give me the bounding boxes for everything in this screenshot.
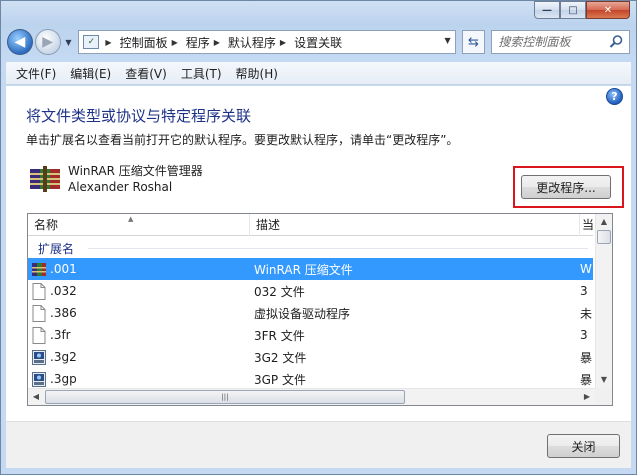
sort-ascending-icon: ▲ [128, 215, 134, 223]
breadcrumb-chevron-icon[interactable]: ▶ [280, 38, 286, 47]
search-icon[interactable] [608, 34, 624, 50]
breadcrumb-control-panel[interactable]: 控制面板 [120, 34, 168, 51]
description-cell: WinRAR 压缩文件 [254, 262, 353, 277]
blank-file-icon [32, 326, 46, 344]
column-header-current-default[interactable]: 当 [580, 214, 593, 236]
list-item[interactable]: .3gp 3GP 文件 暴 [28, 368, 593, 390]
column-header-description[interactable]: 描述 [250, 214, 580, 236]
menu-help[interactable]: 帮助(H) [230, 63, 284, 84]
control-panel-icon: ✓ [83, 35, 100, 49]
breadcrumb-chevron-icon[interactable]: ▶ [214, 38, 220, 47]
extension-cell: .386 [28, 304, 250, 322]
breadcrumb-programs[interactable]: 程序 [186, 34, 210, 51]
column-header-name[interactable]: 名称 ▲ [28, 214, 250, 236]
group-header-extensions: 扩展名 [38, 242, 75, 256]
media-file-icon [32, 349, 46, 365]
list-item[interactable]: .3g2 3G2 文件 暴 [28, 346, 593, 368]
list-item[interactable]: .001 WinRAR 压缩文件 W [28, 258, 593, 280]
page-description: 单击扩展名以查看当前打开它的默认程序。要更改默认程序，请单击“更改程序”。 [26, 133, 459, 147]
search-input[interactable] [498, 35, 611, 49]
scroll-right-arrow-icon[interactable]: ▶ [579, 389, 595, 405]
close-window-button[interactable]: ✕ [586, 1, 630, 19]
extension-label: .032 [50, 284, 77, 298]
caption-buttons: — □ ✕ [534, 1, 630, 20]
window-frame: — □ ✕ ◀ ▶ ▼ ✓ ▶ 控制面板 ▶ 程序 ▶ 默认程序 ▶ 设置关联 … [0, 0, 637, 475]
current-default-cell: 暴 [580, 350, 593, 365]
media-file-icon [32, 371, 46, 387]
footer-bar: 关闭 [6, 421, 631, 468]
refresh-button[interactable]: ⇆ [461, 30, 486, 54]
help-icon[interactable]: ? [606, 88, 623, 105]
menu-file[interactable]: 文件(F) [10, 63, 62, 84]
breadcrumb-set-associations[interactable]: 设置关联 [294, 34, 342, 51]
description-cell: 032 文件 [254, 284, 305, 299]
menu-view[interactable]: 查看(V) [119, 63, 173, 84]
extension-cell: .3gp [28, 371, 250, 388]
scroll-down-arrow-icon[interactable]: ▼ [596, 372, 612, 388]
page-title: 将文件类型或协议与特定程序关联 [26, 107, 252, 125]
menu-bar: 文件(F) 编辑(E) 查看(V) 工具(T) 帮助(H) [6, 62, 631, 85]
list-item[interactable]: .3fr 3FR 文件 3 [28, 324, 593, 346]
blank-file-icon [32, 304, 46, 322]
extension-cell: .3g2 [28, 349, 250, 366]
current-default-cell: 3 [580, 328, 588, 342]
description-cell: 3FR 文件 [254, 328, 305, 343]
blank-file-icon [32, 282, 46, 300]
current-default-cell: W [580, 262, 592, 276]
extension-cell: .3fr [28, 326, 250, 344]
address-dropdown-chevron-down-icon[interactable]: ▼ [444, 36, 450, 45]
extension-label: .386 [50, 306, 77, 320]
extension-label: .3gp [50, 372, 77, 386]
description-cell: 3GP 文件 [254, 372, 306, 387]
extension-cell: .001 [28, 261, 250, 278]
program-author: Alexander Roshal [68, 180, 173, 194]
list-item[interactable]: .032 032 文件 3 [28, 280, 593, 302]
list-header: 名称 ▲ 描述 当 [28, 214, 593, 236]
current-default-cell: 未 [580, 306, 593, 321]
description-cell: 虚拟设备驱动程序 [254, 306, 351, 321]
extension-label: .3fr [50, 328, 71, 342]
breadcrumb-chevron-icon[interactable]: ▶ [105, 38, 111, 47]
close-button[interactable]: 关闭 [547, 434, 620, 458]
back-button[interactable]: ◀ [7, 29, 33, 55]
group-divider [88, 248, 588, 249]
breadcrumb-chevron-icon[interactable]: ▶ [172, 38, 178, 47]
scroll-up-arrow-icon[interactable]: ▲ [596, 214, 612, 230]
winrar-icon [30, 166, 60, 192]
vertical-scroll-thumb[interactable] [597, 230, 611, 244]
refresh-icon: ⇆ [468, 34, 479, 50]
scrollbar-corner [595, 388, 612, 405]
program-name: WinRAR 压缩文件管理器 [68, 164, 203, 178]
vertical-scrollbar[interactable]: ▲ ▼ [595, 214, 612, 388]
address-bar[interactable]: ✓ ▶ 控制面板 ▶ 程序 ▶ 默认程序 ▶ 设置关联 ▼ [78, 30, 456, 54]
current-default-cell: 暴 [580, 372, 593, 387]
horizontal-scroll-thumb[interactable]: ||| [45, 390, 405, 404]
main-content: ? 将文件类型或协议与特定程序关联 单击扩展名以查看当前打开它的默认程序。要更改… [6, 86, 631, 421]
list-item[interactable]: .386 虚拟设备驱动程序 未 [28, 302, 593, 324]
menu-edit[interactable]: 编辑(E) [64, 63, 117, 84]
current-default-cell: 3 [580, 284, 588, 298]
search-box[interactable] [491, 30, 631, 54]
breadcrumb-default-programs[interactable]: 默认程序 [228, 34, 276, 51]
change-program-button[interactable]: 更改程序... [521, 175, 611, 199]
minimize-button[interactable]: — [534, 1, 560, 19]
maximize-button[interactable]: □ [560, 1, 586, 19]
forward-button[interactable]: ▶ [34, 29, 61, 55]
horizontal-scrollbar[interactable]: ◀ ||| ▶ [28, 388, 595, 405]
extension-label: .001 [50, 262, 77, 276]
menu-tools[interactable]: 工具(T) [175, 63, 228, 84]
extension-cell: .032 [28, 282, 250, 300]
scroll-left-arrow-icon[interactable]: ◀ [28, 389, 44, 405]
navigation-bar: ◀ ▶ ▼ ✓ ▶ 控制面板 ▶ 程序 ▶ 默认程序 ▶ 设置关联 ▼ ⇆ [7, 28, 631, 56]
extension-label: .3g2 [50, 350, 77, 364]
file-type-list[interactable]: 名称 ▲ 描述 当 扩展名 .001 WinRAR 压缩文件 W .032 032 文件… [27, 213, 613, 406]
description-cell: 3G2 文件 [254, 350, 307, 365]
recent-pages-chevron-down-icon[interactable]: ▼ [63, 38, 75, 47]
winrar-file-icon [32, 262, 46, 276]
column-header-name-label: 名称 [34, 218, 59, 232]
